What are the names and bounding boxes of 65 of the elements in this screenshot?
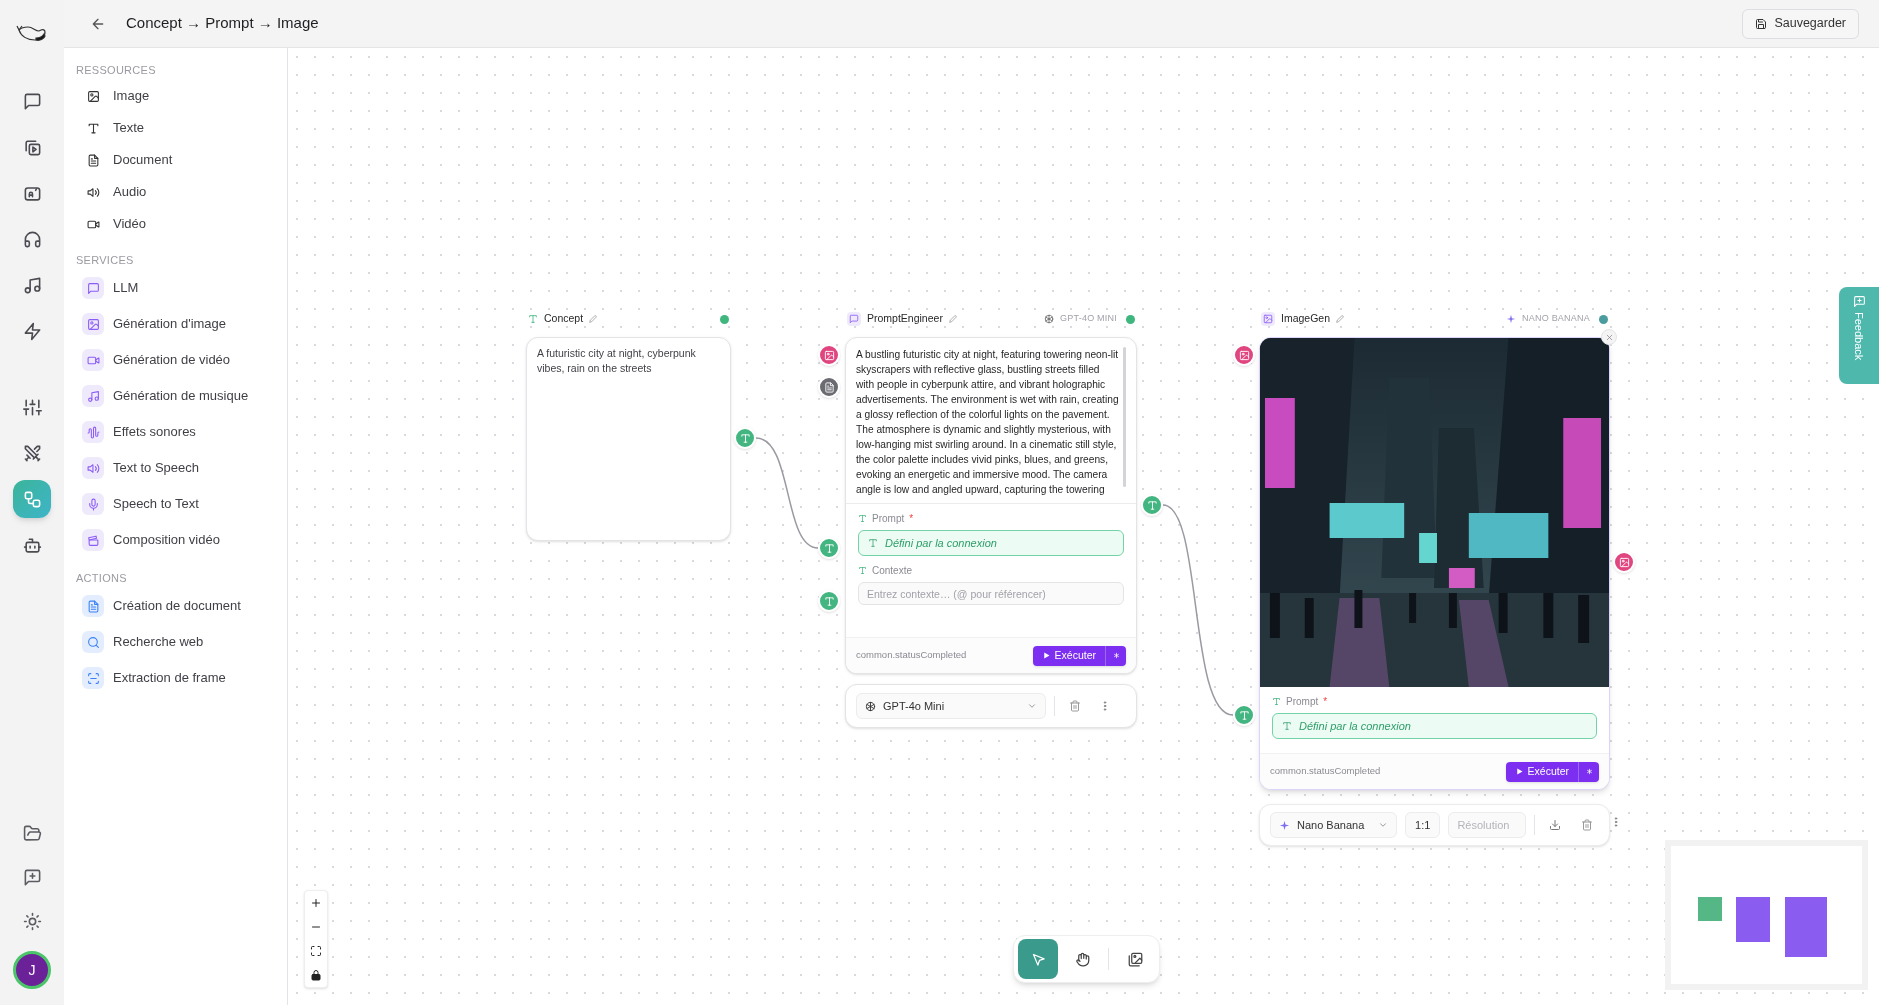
section-heading: RESSOURCES bbox=[76, 62, 157, 78]
library-item[interactable]: Text to Speech bbox=[76, 450, 275, 486]
field-label: Contexte bbox=[872, 564, 913, 578]
library-item[interactable]: Génération de vidéo bbox=[76, 342, 275, 378]
aspect-ratio-button[interactable]: 1:1 bbox=[1405, 812, 1441, 838]
model-select[interactable]: GPT-4o Mini bbox=[856, 693, 1046, 719]
required-mark: * bbox=[1323, 695, 1328, 709]
model-label: GPT-4O MINI bbox=[1060, 312, 1117, 326]
required-mark: * bbox=[909, 512, 914, 526]
library-item[interactable]: Recherche web bbox=[76, 624, 275, 660]
library-item-label: Effets sonores bbox=[113, 423, 196, 442]
section-heading: ACTIONS bbox=[76, 570, 128, 586]
concept-text: A futuristic city at night, cyberpunk vibes, rain on the streets bbox=[537, 346, 697, 376]
text-node-card[interactable]: A futuristic city at night, cyberpunk vibes, rain on the streets bbox=[526, 337, 731, 541]
field-label: Prompt bbox=[872, 512, 905, 526]
library-item[interactable]: Texte bbox=[76, 112, 275, 144]
library-item-label: Génération d'image bbox=[113, 315, 227, 334]
user-avatar[interactable]: J bbox=[13, 951, 51, 989]
library-item-label: Texte bbox=[113, 119, 145, 138]
node-title: PromptEngineer bbox=[867, 311, 943, 327]
library-item-label: Speech to Text bbox=[113, 495, 199, 514]
library-item-label: Recherche web bbox=[113, 633, 204, 652]
field-value: Défini par la connexion bbox=[1299, 718, 1411, 734]
library-item[interactable]: Création de document bbox=[76, 588, 275, 624]
field-value: Défini par la connexion bbox=[885, 535, 997, 551]
model-select[interactable]: Nano Banana bbox=[1270, 812, 1398, 838]
section-heading: SERVICES bbox=[76, 252, 135, 268]
library-item[interactable]: Image bbox=[76, 80, 275, 112]
library-item-label: Image bbox=[113, 87, 150, 106]
library-item[interactable]: Extraction de frame bbox=[76, 660, 275, 696]
library-item[interactable]: LLM bbox=[76, 270, 275, 306]
node-title: ImageGen bbox=[1281, 311, 1331, 327]
library-item[interactable]: Composition vidéo bbox=[76, 522, 275, 558]
library-item[interactable]: Audio bbox=[76, 176, 275, 208]
library-item-label: Audio bbox=[113, 183, 147, 202]
library-item[interactable]: Document bbox=[76, 144, 275, 176]
context-input[interactable]: Entrez contexte… (@ pour référencer) bbox=[858, 582, 1124, 605]
library-item-label: Text to Speech bbox=[113, 459, 199, 478]
save-button[interactable]: Sauvegarder bbox=[1742, 8, 1859, 39]
library-item-label: Document bbox=[113, 151, 173, 170]
model-label: NANO BANANA bbox=[1522, 312, 1590, 326]
library-item[interactable]: Effets sonores bbox=[76, 414, 275, 450]
library-item[interactable]: Génération d'image bbox=[76, 306, 275, 342]
library-item-label: Composition vidéo bbox=[113, 531, 220, 550]
image-node-card[interactable]: Prompt * Défini par la connexion common.statusCompleted Exécuter bbox=[1259, 337, 1610, 790]
library-item[interactable]: Génération de musique bbox=[76, 378, 275, 414]
run-button[interactable]: Exécuter bbox=[1032, 645, 1105, 666]
resolution-field[interactable]: Résolution bbox=[1448, 812, 1527, 838]
library-item[interactable]: Vidéo bbox=[76, 208, 275, 240]
status-text: common.statusCompleted bbox=[856, 648, 967, 663]
library-item-label: Vidéo bbox=[113, 215, 146, 234]
run-button[interactable]: Exécuter bbox=[1505, 761, 1578, 782]
run-button-group[interactable]: Exécuter bbox=[1505, 761, 1599, 782]
generated-prompt-text: A bustling futuristic city at night, featuring towering neon-lit skyscrapers with reflective glass, bustling streets filled with people in cyberpunk attire, and vibrant holographic advertisements. The environment is wet with rain, creating a glossy reflection of the colorful lights on the pavement. The atmosphere is dynamic and slightly mysterious, with low-hanging mist swirling around. In a cinematic still style, the color palette includes vivid pinks, blues, and greens, evoking an energetic and immersive mood. The camera angle is low and angled upward, capturing the towering bbox=[856, 348, 1119, 497]
library-item-label: Extraction de frame bbox=[113, 669, 226, 688]
library-item-label: Création de document bbox=[113, 597, 241, 616]
node-title: Concept bbox=[544, 311, 584, 327]
library-item-label: LLM bbox=[113, 279, 139, 298]
status-text: common.statusCompleted bbox=[1270, 764, 1381, 779]
field-label: Prompt bbox=[1286, 695, 1319, 709]
page-title: Concept → Prompt → Image bbox=[126, 13, 319, 34]
library-item[interactable]: Speech to Text bbox=[76, 486, 275, 522]
run-button-group[interactable]: Exécuter bbox=[1032, 645, 1126, 666]
library-item-label: Génération de musique bbox=[113, 387, 249, 406]
library-item-label: Génération de vidéo bbox=[113, 351, 231, 370]
